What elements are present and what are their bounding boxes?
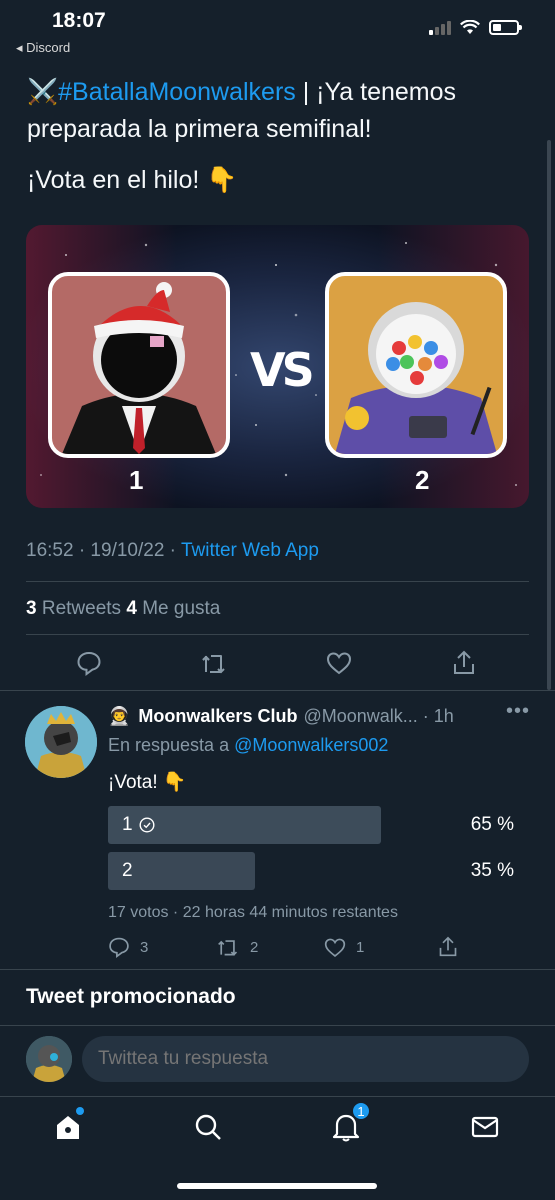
share-icon (454, 650, 474, 674)
tweet-timestamp: 16:52 · 19/10/22 · Twitter Web App (26, 540, 319, 561)
wifi-icon (460, 20, 480, 34)
likes-stat[interactable]: 4 Me gusta (126, 598, 220, 619)
like-button[interactable] (324, 648, 354, 678)
tab-messages[interactable] (467, 1109, 503, 1145)
reply-reply-button[interactable]: 3 (108, 936, 216, 958)
tab-notifications[interactable]: 1 (328, 1101, 371, 1145)
reply-icon (77, 651, 101, 676)
tab-home[interactable] (50, 1107, 86, 1145)
status-bar: 18:07 ◂ Discord (0, 0, 555, 62)
reply-body: 👨‍🚀 Moonwalkers Club @Moonwalk... · 1h •… (108, 700, 529, 958)
divider (26, 581, 529, 582)
poll: 1 65 % 2 35 % (108, 806, 528, 890)
tweet-text-line2: ¡Vota en el hilo! 👇 (27, 166, 238, 194)
contestant-2-image (325, 272, 507, 458)
retweet-button[interactable] (199, 648, 229, 678)
divider (0, 969, 555, 970)
like-count: 1 (356, 938, 365, 956)
reply-count: 3 (140, 938, 149, 956)
astronaut-emoji: 👨‍🚀 (108, 706, 131, 726)
promoted-tweet-heading: Tweet promocionado (26, 985, 236, 1008)
home-icon (57, 1116, 79, 1139)
tweet-media-image[interactable]: VS 1 2 (26, 225, 529, 508)
author-handle: @Moonwalk... · 1h (303, 706, 454, 726)
author-name[interactable]: Moonwalkers Club (138, 706, 297, 727)
reply-actions: 3 2 1 (108, 936, 528, 958)
reply-text: ¡Vota! 👇 (108, 772, 187, 793)
cellular-signal-icon (429, 20, 451, 35)
poll-option: 1 65 % (108, 806, 528, 844)
avatar[interactable] (25, 706, 97, 778)
hashtag-link[interactable]: #BatallaMoonwalkers (58, 78, 296, 106)
retweets-stat[interactable]: 3 Retweets (26, 598, 126, 619)
share-button[interactable] (449, 648, 479, 678)
home-new-dot (76, 1107, 84, 1115)
reply-icon (109, 937, 129, 958)
poll-option-percent: 35 % (470, 860, 514, 881)
reply-header: 👨‍🚀 Moonwalkers Club @Moonwalk... · 1h •… (108, 700, 529, 727)
battery-icon (489, 20, 522, 35)
reply-retweet-button[interactable]: 2 (216, 936, 324, 958)
divider (26, 634, 529, 635)
reply-like-button[interactable]: 1 (324, 937, 438, 958)
reply-to-line: En respuesta a @Moonwalkers002 (108, 735, 389, 755)
scroll-indicator[interactable] (547, 140, 551, 690)
poll-meta: 17 votos · 22 horas 44 minutos restantes (108, 904, 398, 921)
reply-button[interactable] (74, 648, 104, 678)
tweet-text-line1: ⚔️#BatallaMoonwalkers | ¡Ya tenemos prep… (27, 78, 457, 143)
tweet-stats: 3 Retweets 4 Me gusta (26, 598, 220, 620)
retweet-icon (218, 940, 238, 956)
checkmark-circle-icon (139, 817, 155, 833)
tweet-actions (26, 648, 529, 678)
tweet-source-link[interactable]: Twitter Web App (181, 540, 319, 561)
avatar-astronaut-icon (25, 706, 97, 778)
status-time: 18:07 (52, 9, 106, 32)
tweet-text: ⚔️#BatallaMoonwalkers | ¡Ya tenemos prep… (27, 74, 527, 213)
mail-icon (471, 1116, 499, 1138)
status-icons (429, 20, 522, 35)
astronaut-gumball-icon (335, 302, 497, 454)
crossed-swords-emoji: ⚔️ (27, 78, 59, 106)
avatar-astronaut-icon (26, 1036, 72, 1082)
divider (0, 690, 555, 691)
contestant-1-number: 1 (129, 465, 144, 495)
poll-option-percent: 65 % (470, 814, 514, 835)
contestant-1-image (48, 272, 230, 458)
mention-link[interactable]: @Moonwalkers002 (234, 735, 388, 755)
notifications-badge: 1 (351, 1101, 371, 1121)
retweet-icon (202, 655, 225, 674)
heart-icon (326, 652, 352, 675)
reply-composer (0, 1026, 555, 1096)
back-to-discord-link[interactable]: ◂ Discord (16, 40, 70, 56)
more-options-icon[interactable]: ••• (506, 700, 530, 723)
reply-share-button[interactable] (438, 936, 458, 958)
poll-option: 2 35 % (108, 852, 528, 890)
tab-explore[interactable] (190, 1109, 226, 1145)
poll-option-label: 1 (122, 814, 133, 835)
my-avatar[interactable] (26, 1036, 72, 1082)
versus-label: VS (250, 343, 315, 397)
retweet-count: 2 (250, 938, 259, 956)
contestant-2-number: 2 (415, 465, 430, 495)
share-icon (439, 936, 457, 957)
home-indicator[interactable] (177, 1183, 377, 1189)
search-icon (195, 1114, 221, 1140)
poll-option-label: 2 (122, 860, 133, 881)
heart-icon (324, 938, 346, 957)
astronaut-santa-hat-icon (62, 282, 216, 454)
reply-input[interactable] (82, 1036, 529, 1082)
